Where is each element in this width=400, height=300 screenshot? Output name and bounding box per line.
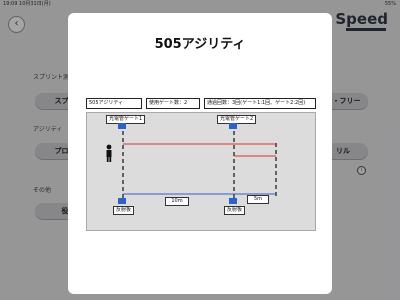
- reflector2-icon: [229, 198, 237, 204]
- reflector1-icon: [118, 198, 126, 204]
- distance-5m-label: 5m: [247, 195, 269, 204]
- reflector1-label: 反射板: [113, 206, 135, 215]
- test-name-box: 505アジリティ: [86, 98, 142, 109]
- distance-10m-label: 10m: [165, 197, 189, 206]
- gate1-sensor: [118, 123, 126, 129]
- runner-icon: [106, 144, 112, 162]
- gate-count-box: 使用ゲート数：2: [146, 98, 200, 109]
- pass-count-box: 通過回数：3回(ゲート1:1回、ゲート2:2回): [204, 98, 316, 109]
- modal-title: 505アジリティ: [154, 37, 246, 52]
- gate2-sensor: [229, 123, 237, 129]
- reflector2-label: 反射板: [224, 206, 246, 215]
